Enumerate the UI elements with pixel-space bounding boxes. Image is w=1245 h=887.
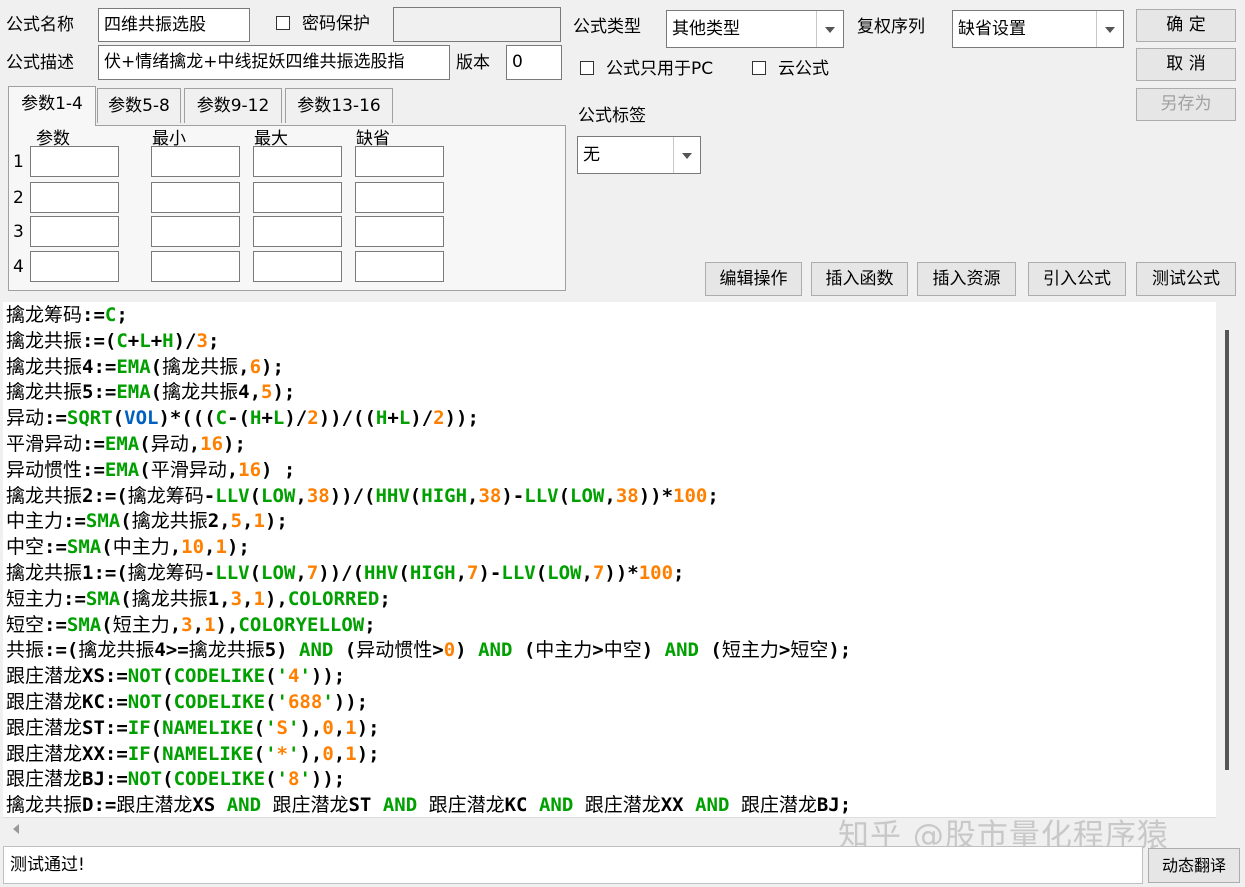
param2-name-input[interactable]	[30, 182, 119, 213]
password-input[interactable]	[393, 7, 561, 42]
version-input[interactable]: 0	[506, 45, 562, 80]
param-row-number: 2	[13, 188, 24, 208]
ok-button[interactable]: 确 定	[1136, 9, 1236, 42]
import-formula-button[interactable]: 引入公式	[1028, 262, 1126, 296]
code-line: 平滑异动:=EMA(异动,16);	[6, 432, 246, 455]
code-line: 跟庄潜龙ST:=IF(NAMELIKE('S'),0,1);	[6, 716, 380, 739]
code-line: 擒龙共振D:=跟庄潜龙XS AND 跟庄潜龙ST AND 跟庄潜龙KC AND …	[6, 794, 852, 817]
formula-tag-label: 公式标签	[578, 106, 646, 126]
param-row-number: 4	[13, 257, 24, 277]
param4-max-input[interactable]	[253, 251, 342, 282]
param1-max-input[interactable]	[253, 146, 342, 177]
scrollbar-thumb[interactable]	[1225, 330, 1229, 770]
code-line: 擒龙共振:=(C+L+H)/3;	[6, 329, 220, 352]
code-line: 短主力:=SMA(擒龙共振1,3,1),COLORRED;	[6, 587, 391, 610]
param3-default-input[interactable]	[355, 216, 444, 247]
pc-only-checkbox[interactable]	[580, 61, 594, 75]
vertical-scrollbar[interactable]	[1216, 302, 1240, 817]
param4-default-input[interactable]	[355, 251, 444, 282]
code-line: 跟庄潜龙KC:=NOT(CODELIKE('688'));	[6, 690, 369, 713]
code-lines: 擒龙筹码:=C; 擒龙共振:=(C+L+H)/3; 擒龙共振4:=EMA(擒龙共振,…	[6, 303, 851, 817]
dynamic-translate-button[interactable]: 动态翻译	[1148, 848, 1240, 883]
code-line: 异动惯性:=EMA(平滑异动,16) ;	[6, 458, 296, 481]
param2-max-input[interactable]	[253, 182, 342, 213]
save-as-button[interactable]: 另存为	[1136, 88, 1236, 121]
formula-tag-value: 无	[583, 145, 600, 165]
param-row-number: 1	[13, 152, 24, 172]
param4-name-input[interactable]	[30, 251, 119, 282]
chevron-down-icon[interactable]	[673, 137, 700, 173]
scroll-left-arrow-icon[interactable]	[13, 824, 19, 834]
insert-resource-button[interactable]: 插入资源	[917, 262, 1016, 296]
param2-min-input[interactable]	[151, 182, 240, 213]
formula-type-select[interactable]: 其他类型	[666, 10, 844, 48]
formula-name-label: 公式名称	[6, 15, 74, 35]
formula-type-label: 公式类型	[573, 17, 641, 37]
version-label: 版本	[456, 53, 490, 73]
code-line: 中空:=SMA(中主力,10,1);	[6, 536, 250, 559]
param4-min-input[interactable]	[151, 251, 240, 282]
code-line: 共振:=(擒龙共振4>=擒龙共振5) AND (异动惯性>0) AND (中主力…	[6, 639, 852, 662]
code-line: 中主力:=SMA(擒龙共振2,5,1);	[6, 510, 288, 533]
code-line: 跟庄潜龙XX:=IF(NAMELIKE('*'),0,1);	[6, 742, 380, 765]
code-line: 短空:=SMA(短主力,3,1),COLORYELLOW;	[6, 613, 376, 636]
insert-function-button[interactable]: 插入函数	[811, 262, 908, 296]
rights-seq-select[interactable]: 缺省设置	[952, 10, 1124, 48]
code-line: 擒龙筹码:=C;	[6, 304, 128, 326]
cloud-formula-label: 云公式	[778, 59, 829, 79]
rights-seq-label: 复权序列	[857, 17, 925, 37]
code-line: 跟庄潜龙XS:=NOT(CODELIKE('4'));	[6, 665, 346, 688]
formula-type-value: 其他类型	[672, 19, 740, 39]
tab-params-5-8[interactable]: 参数5-8	[97, 88, 181, 123]
password-label: 密码保护	[302, 14, 370, 34]
test-formula-button[interactable]: 测试公式	[1136, 262, 1236, 296]
param1-default-input[interactable]	[355, 146, 444, 177]
param3-min-input[interactable]	[151, 216, 240, 247]
status-message: 测试通过!	[3, 846, 1143, 884]
code-line: 跟庄潜龙BJ:=NOT(CODELIKE('8'));	[6, 768, 346, 791]
tab-params-1-4[interactable]: 参数1-4	[8, 86, 96, 126]
param-row-number: 3	[13, 222, 24, 242]
tab-params-9-12[interactable]: 参数9-12	[184, 88, 282, 123]
code-line: 异动:=SQRT(VOL)*(((C-(H+L)/2))/((H+L)/2));	[6, 407, 479, 430]
chevron-down-icon[interactable]	[816, 11, 843, 47]
code-line: 擒龙共振1:=(擒龙筹码-LLV(LOW,7))/(HHV(HIGH,7)-LL…	[6, 561, 685, 584]
formula-desc-label: 公式描述	[6, 53, 74, 73]
tab-params-13-16[interactable]: 参数13-16	[285, 88, 393, 123]
edit-ops-button[interactable]: 编辑操作	[705, 262, 802, 296]
param1-name-input[interactable]	[30, 146, 119, 177]
chevron-down-icon[interactable]	[1096, 11, 1123, 47]
rights-seq-value: 缺省设置	[958, 19, 1026, 39]
pc-only-label: 公式只用于PC	[606, 59, 714, 79]
param3-max-input[interactable]	[253, 216, 342, 247]
cloud-formula-checkbox[interactable]	[752, 61, 766, 75]
formula-editor[interactable]: 擒龙筹码:=C; 擒龙共振:=(C+L+H)/3; 擒龙共振4:=EMA(擒龙共振,…	[3, 302, 1216, 817]
code-line: 擒龙共振5:=EMA(擒龙共振4,5);	[6, 381, 296, 404]
cancel-button[interactable]: 取 消	[1136, 48, 1236, 81]
param2-default-input[interactable]	[355, 182, 444, 213]
formula-desc-input[interactable]: 伏+情绪擒龙+中线捉妖四维共振选股指	[98, 45, 450, 80]
param1-min-input[interactable]	[151, 146, 240, 177]
code-line: 擒龙共振4:=EMA(擒龙共振,6);	[6, 355, 284, 378]
password-checkbox[interactable]	[276, 16, 290, 30]
code-line: 擒龙共振2:=(擒龙筹码-LLV(LOW,38))/(HHV(HIGH,38)-…	[6, 484, 719, 507]
param3-name-input[interactable]	[30, 216, 119, 247]
formula-tag-select[interactable]: 无	[577, 136, 701, 174]
formula-name-input[interactable]: 四维共振选股	[98, 8, 250, 42]
